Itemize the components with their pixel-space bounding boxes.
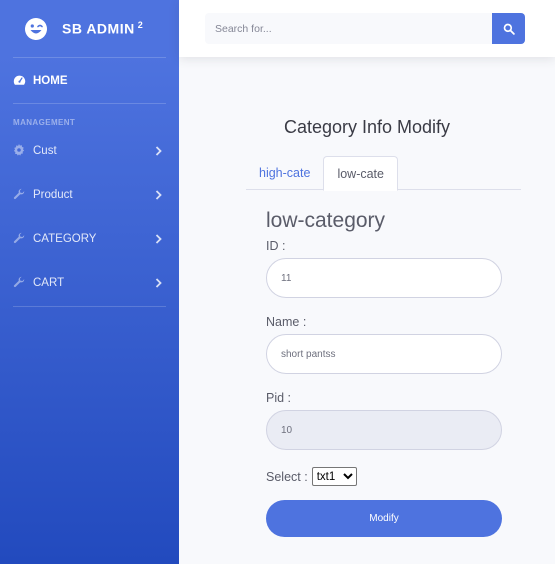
category-tabs: high-cate low-cate [246, 156, 521, 191]
name-field[interactable] [266, 334, 502, 374]
id-group: ID : [266, 239, 502, 298]
sidebar-brand[interactable]: SB ADMIN 2 [0, 0, 179, 57]
sidebar-item-label: CATEGORY [33, 233, 97, 245]
sidebar-item-cart[interactable]: CART [0, 261, 179, 305]
sidebar-item-label: CART [33, 277, 65, 289]
chevron-right-icon [155, 190, 163, 200]
low-category-form: low-category ID : Name : Pid : Select : … [266, 209, 502, 537]
pid-field[interactable] [266, 410, 502, 450]
tab-high-cate[interactable]: high-cate [246, 156, 323, 190]
laugh-wink-icon [24, 17, 48, 41]
form-title: low-category [266, 209, 386, 232]
sidebar-item-label: HOME [33, 74, 68, 87]
sidebar-item-cust[interactable]: Cust [0, 129, 179, 173]
page-title: Category Info Modify [283, 117, 451, 137]
search-bar [205, 13, 525, 44]
id-label: ID : [266, 239, 286, 253]
main-content: Category Info Modify high-cate low-cate … [179, 57, 555, 564]
chevron-right-icon [155, 278, 163, 288]
tab-low-cate[interactable]: low-cate [323, 156, 398, 191]
sidebar-item-product[interactable]: Product [0, 173, 179, 217]
modify-button[interactable]: Modify [266, 500, 502, 537]
sidebar-item-label: Product [33, 189, 73, 201]
pid-group: Pid : [266, 391, 502, 450]
wrench-icon [13, 276, 27, 290]
wrench-icon [13, 232, 27, 246]
cog-icon [13, 144, 27, 158]
brand-title: SB ADMIN 2 [62, 20, 144, 37]
chevron-right-icon [155, 234, 163, 244]
select-label: Select : [266, 469, 308, 484]
search-icon [503, 23, 515, 35]
search-button[interactable] [492, 13, 525, 44]
sidebar-heading: MANAGEMENT [13, 118, 76, 127]
sidebar: SB ADMIN 2 HOME MANAGEMENT Cust Product C… [0, 0, 179, 564]
topbar [179, 0, 555, 57]
wrench-icon [13, 188, 27, 202]
chevron-right-icon [155, 146, 163, 156]
sidebar-item-label: Cust [33, 145, 57, 157]
id-field[interactable] [266, 258, 502, 298]
name-group: Name : [266, 315, 502, 374]
sidebar-divider [13, 306, 166, 307]
tachometer-icon [13, 74, 27, 88]
category-select[interactable]: txt1 [311, 467, 357, 486]
name-label: Name : [266, 315, 307, 329]
select-group: Select : txt1 [266, 467, 502, 486]
sidebar-item-category[interactable]: CATEGORY [0, 217, 179, 261]
search-input[interactable] [205, 13, 492, 44]
pid-label: Pid : [266, 391, 292, 405]
sidebar-item-home[interactable]: HOME [0, 58, 179, 103]
